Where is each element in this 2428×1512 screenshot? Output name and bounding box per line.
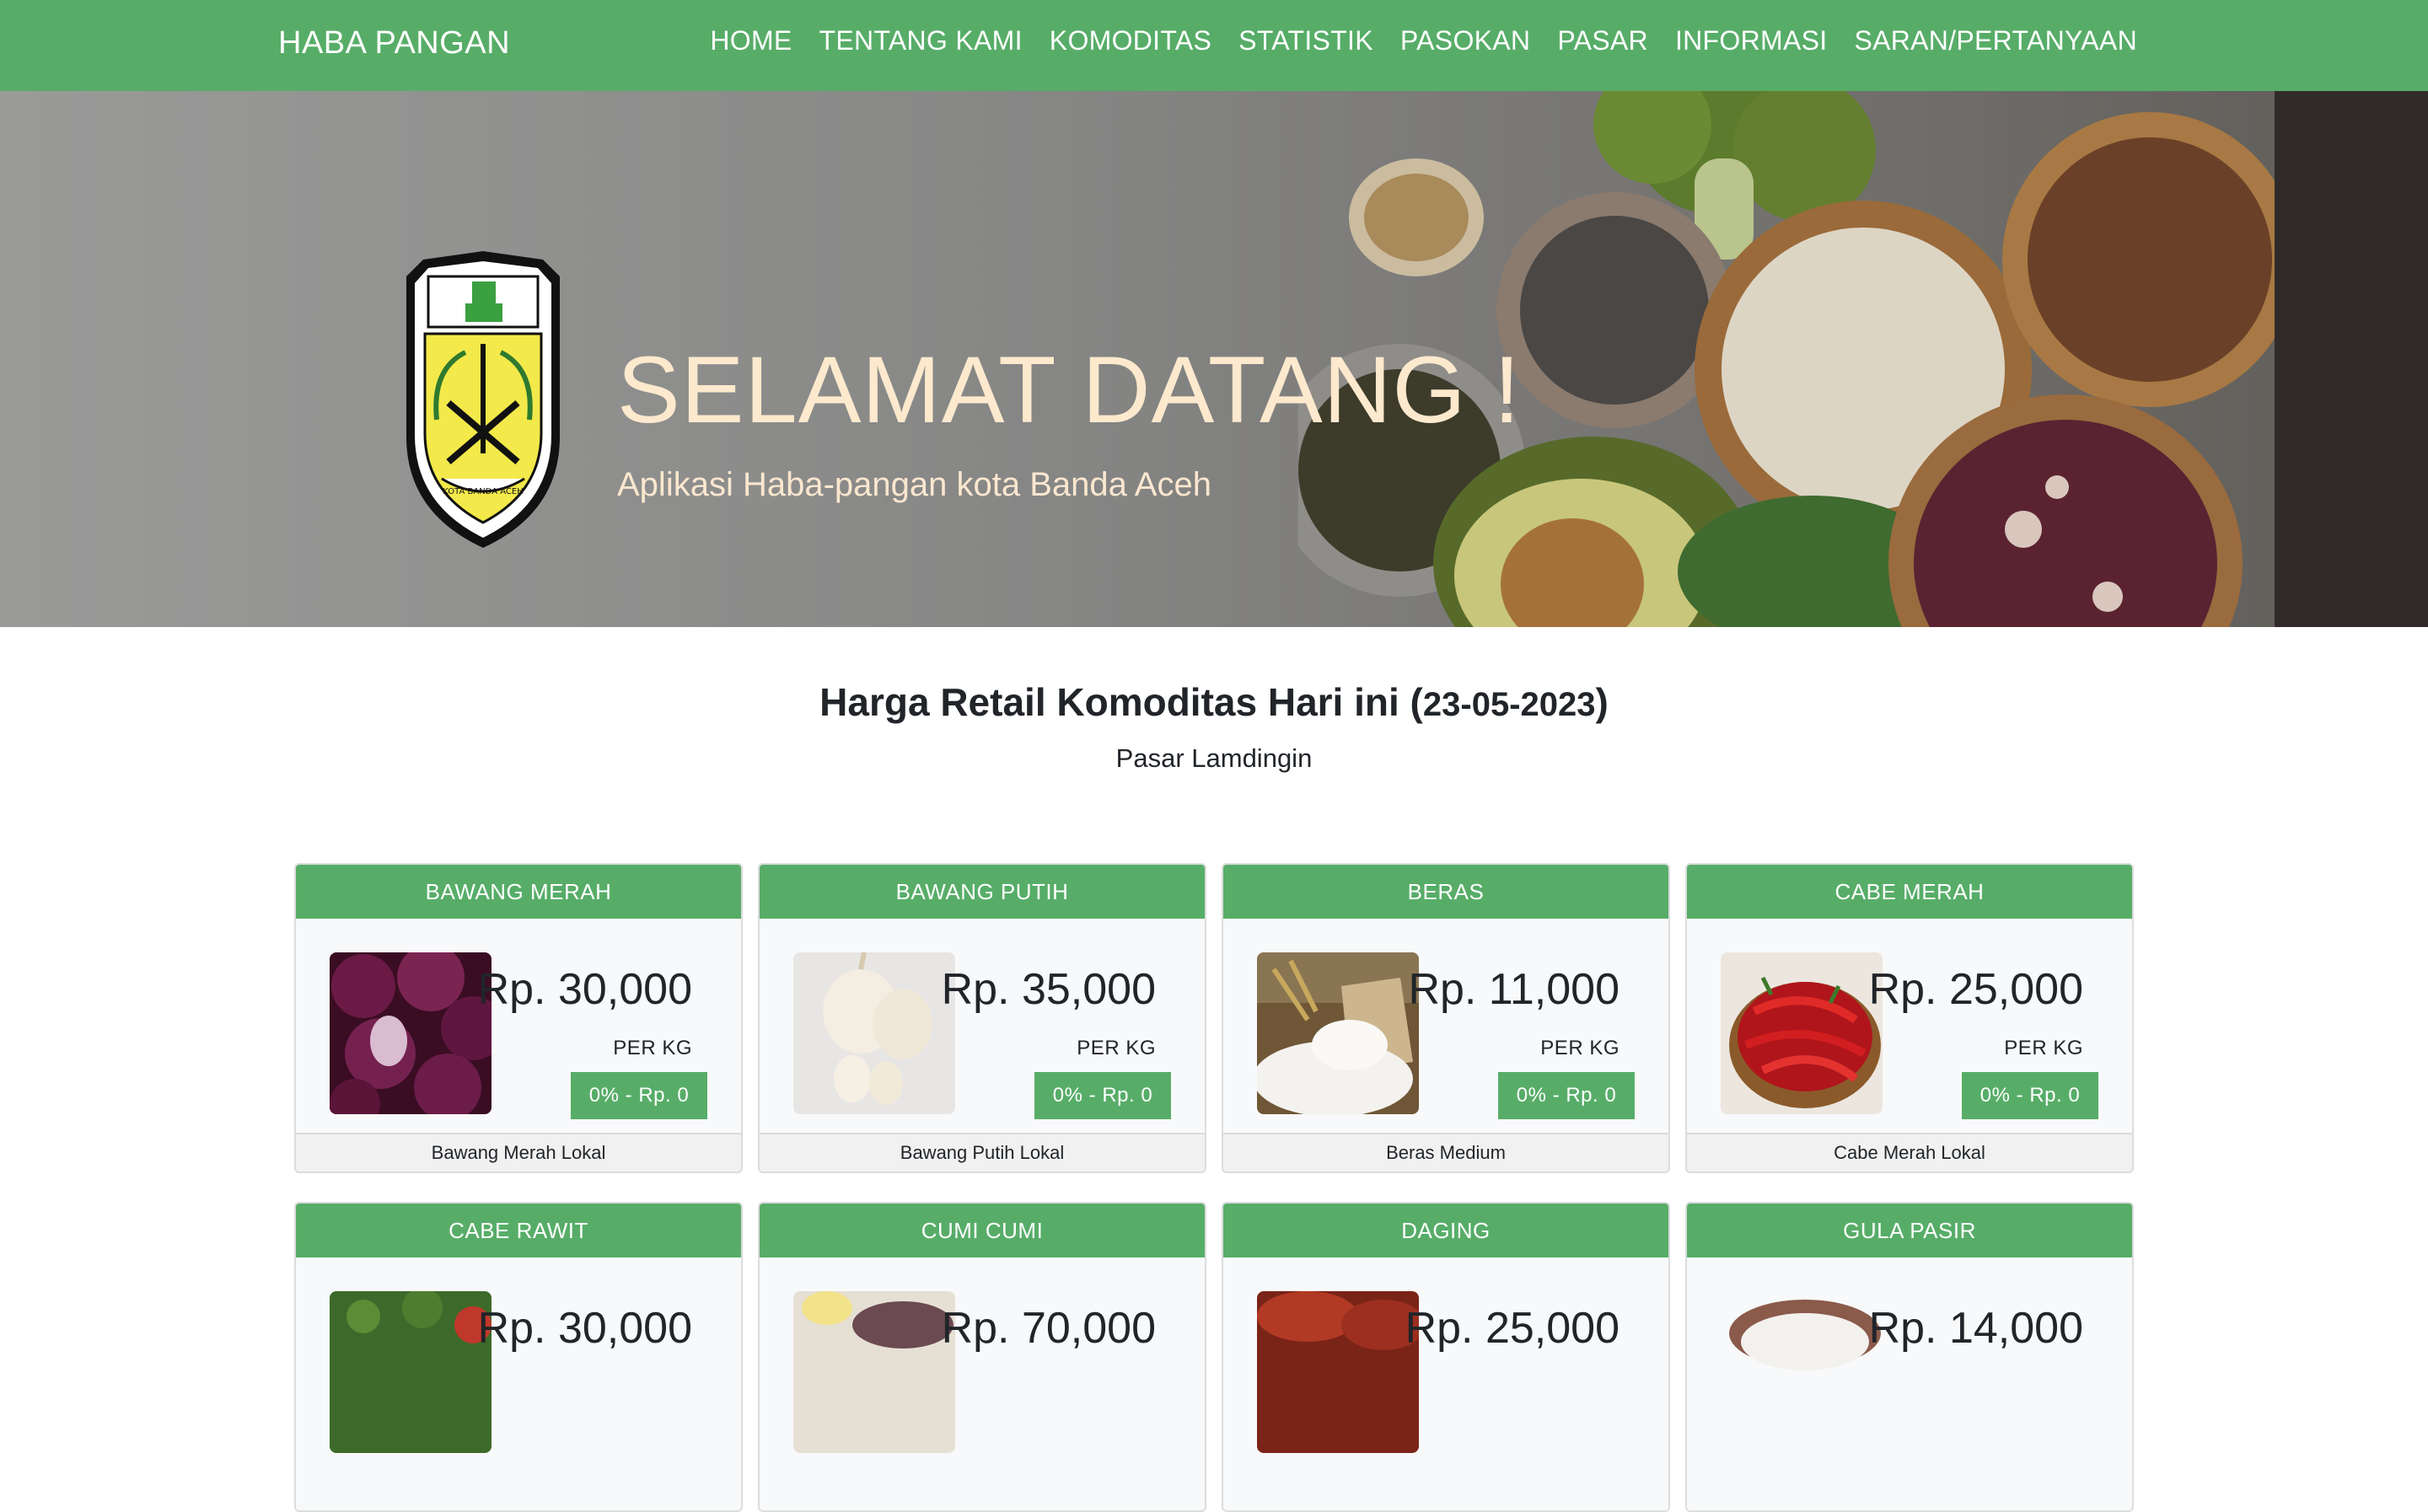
card-price: Rp. 35,000: [941, 965, 1156, 1014]
card-title: GULA PASIR: [1687, 1204, 2132, 1257]
garlic-photo: [793, 952, 955, 1114]
card-title: BAWANG MERAH: [296, 865, 741, 919]
hero-subtitle: Aplikasi Haba-pangan kota Banda Aceh: [617, 466, 1211, 503]
red-onion-photo: [330, 952, 492, 1114]
commodity-card-cabe-rawit[interactable]: CABE RAWIT Rp. 30,000: [294, 1202, 743, 1512]
card-price: Rp. 25,000: [1868, 965, 2083, 1014]
commodity-card-bawang-putih[interactable]: BAWANG PUTIH Rp. 35,000 PER KG 0% - Rp. …: [758, 863, 1206, 1173]
nav-statistik[interactable]: STATISTIK: [1238, 25, 1373, 56]
heading-text: Harga Retail Komoditas Hari ini: [819, 680, 1399, 724]
card-unit: PER KG: [1540, 1037, 1620, 1059]
nav-komoditas[interactable]: KOMODITAS: [1050, 25, 1211, 56]
commodity-card-daging[interactable]: DAGING Rp. 25,000: [1222, 1202, 1670, 1512]
card-title: BERAS: [1223, 865, 1668, 919]
card-unit: PER KG: [613, 1037, 692, 1059]
rice-photo: [1257, 952, 1419, 1114]
card-price: Rp. 70,000: [941, 1304, 1156, 1353]
card-price: Rp. 14,000: [1868, 1304, 2083, 1353]
commodity-card-gula-pasir[interactable]: GULA PASIR Rp. 14,000: [1685, 1202, 2134, 1512]
section-heading: Harga Retail Komoditas Hari ini (23-05-2…: [819, 680, 1609, 724]
hero-banner: KOTA BANDA ACEH SELAMAT DATANG ! Aplikas…: [0, 91, 2428, 627]
meat-photo: [1257, 1291, 1419, 1453]
card-price: Rp. 30,000: [477, 965, 692, 1014]
sugar-photo: [1721, 1291, 1883, 1453]
bird-chili-photo: [330, 1291, 492, 1453]
navbar: HABA PANGAN HOME TENTANG KAMI KOMODITAS …: [0, 0, 2428, 91]
market-name: Pasar Lamdingin: [1115, 743, 1313, 773]
card-description: Bawang Putih Lokal: [760, 1133, 1205, 1172]
price-change-badge: 0% - Rp. 0: [571, 1072, 707, 1119]
svg-text:KOTA BANDA ACEH: KOTA BANDA ACEH: [443, 487, 523, 496]
nav-saran-pertanyaan[interactable]: SARAN/PERTANYAAN: [1854, 25, 2137, 56]
commodity-card-beras[interactable]: BERAS Rp. 11,000 PER KG 0% - Rp. 0 Beras…: [1222, 863, 1670, 1173]
brand-link[interactable]: HABA PANGAN: [278, 25, 510, 62]
price-change-badge: 0% - Rp. 0: [1498, 1072, 1635, 1119]
red-chili-photo: [1721, 952, 1883, 1114]
commodity-card-cabe-merah[interactable]: CABE MERAH Rp. 25,000 PER KG 0% - Rp. 0 …: [1685, 863, 2134, 1173]
card-title: CABE RAWIT: [296, 1204, 741, 1257]
card-price: Rp. 25,000: [1405, 1304, 1620, 1353]
nav-tentang-kami[interactable]: TENTANG KAMI: [819, 25, 1023, 56]
card-description: Beras Medium: [1223, 1133, 1668, 1172]
card-title: CABE MERAH: [1687, 865, 2132, 919]
nav-home[interactable]: HOME: [710, 25, 792, 56]
squid-photo: [793, 1291, 955, 1453]
card-description: Cabe Merah Lokal: [1687, 1133, 2132, 1172]
nav-pasokan[interactable]: PASOKAN: [1400, 25, 1530, 56]
card-title: DAGING: [1223, 1204, 1668, 1257]
nav-menu: HOME TENTANG KAMI KOMODITAS STATISTIK PA…: [710, 25, 2137, 56]
hero-title: SELAMAT DATANG !: [617, 337, 1521, 442]
commodity-card-bawang-merah[interactable]: BAWANG MERAH Rp. 30,000 PER KG 0% - Rp. …: [294, 863, 743, 1173]
card-description: Bawang Merah Lokal: [296, 1133, 741, 1172]
card-price: Rp. 11,000: [1408, 965, 1620, 1014]
price-change-badge: 0% - Rp. 0: [1034, 1072, 1171, 1119]
nav-informasi[interactable]: INFORMASI: [1675, 25, 1827, 56]
card-unit: PER KG: [2004, 1037, 2083, 1059]
nav-pasar[interactable]: PASAR: [1557, 25, 1648, 56]
heading-date: 23-05-2023: [1422, 686, 1596, 723]
hero-dark-edge: [2275, 91, 2428, 627]
commodity-card-cumi-cumi[interactable]: CUMI CUMI Rp. 70,000: [758, 1202, 1206, 1512]
price-change-badge: 0% - Rp. 0: [1962, 1072, 2098, 1119]
banda-aceh-coat-of-arms: KOTA BANDA ACEH: [406, 251, 560, 548]
card-title: CUMI CUMI: [760, 1204, 1205, 1257]
card-price: Rp. 30,000: [477, 1304, 692, 1353]
card-title: BAWANG PUTIH: [760, 865, 1205, 919]
card-unit: PER KG: [1077, 1037, 1156, 1059]
